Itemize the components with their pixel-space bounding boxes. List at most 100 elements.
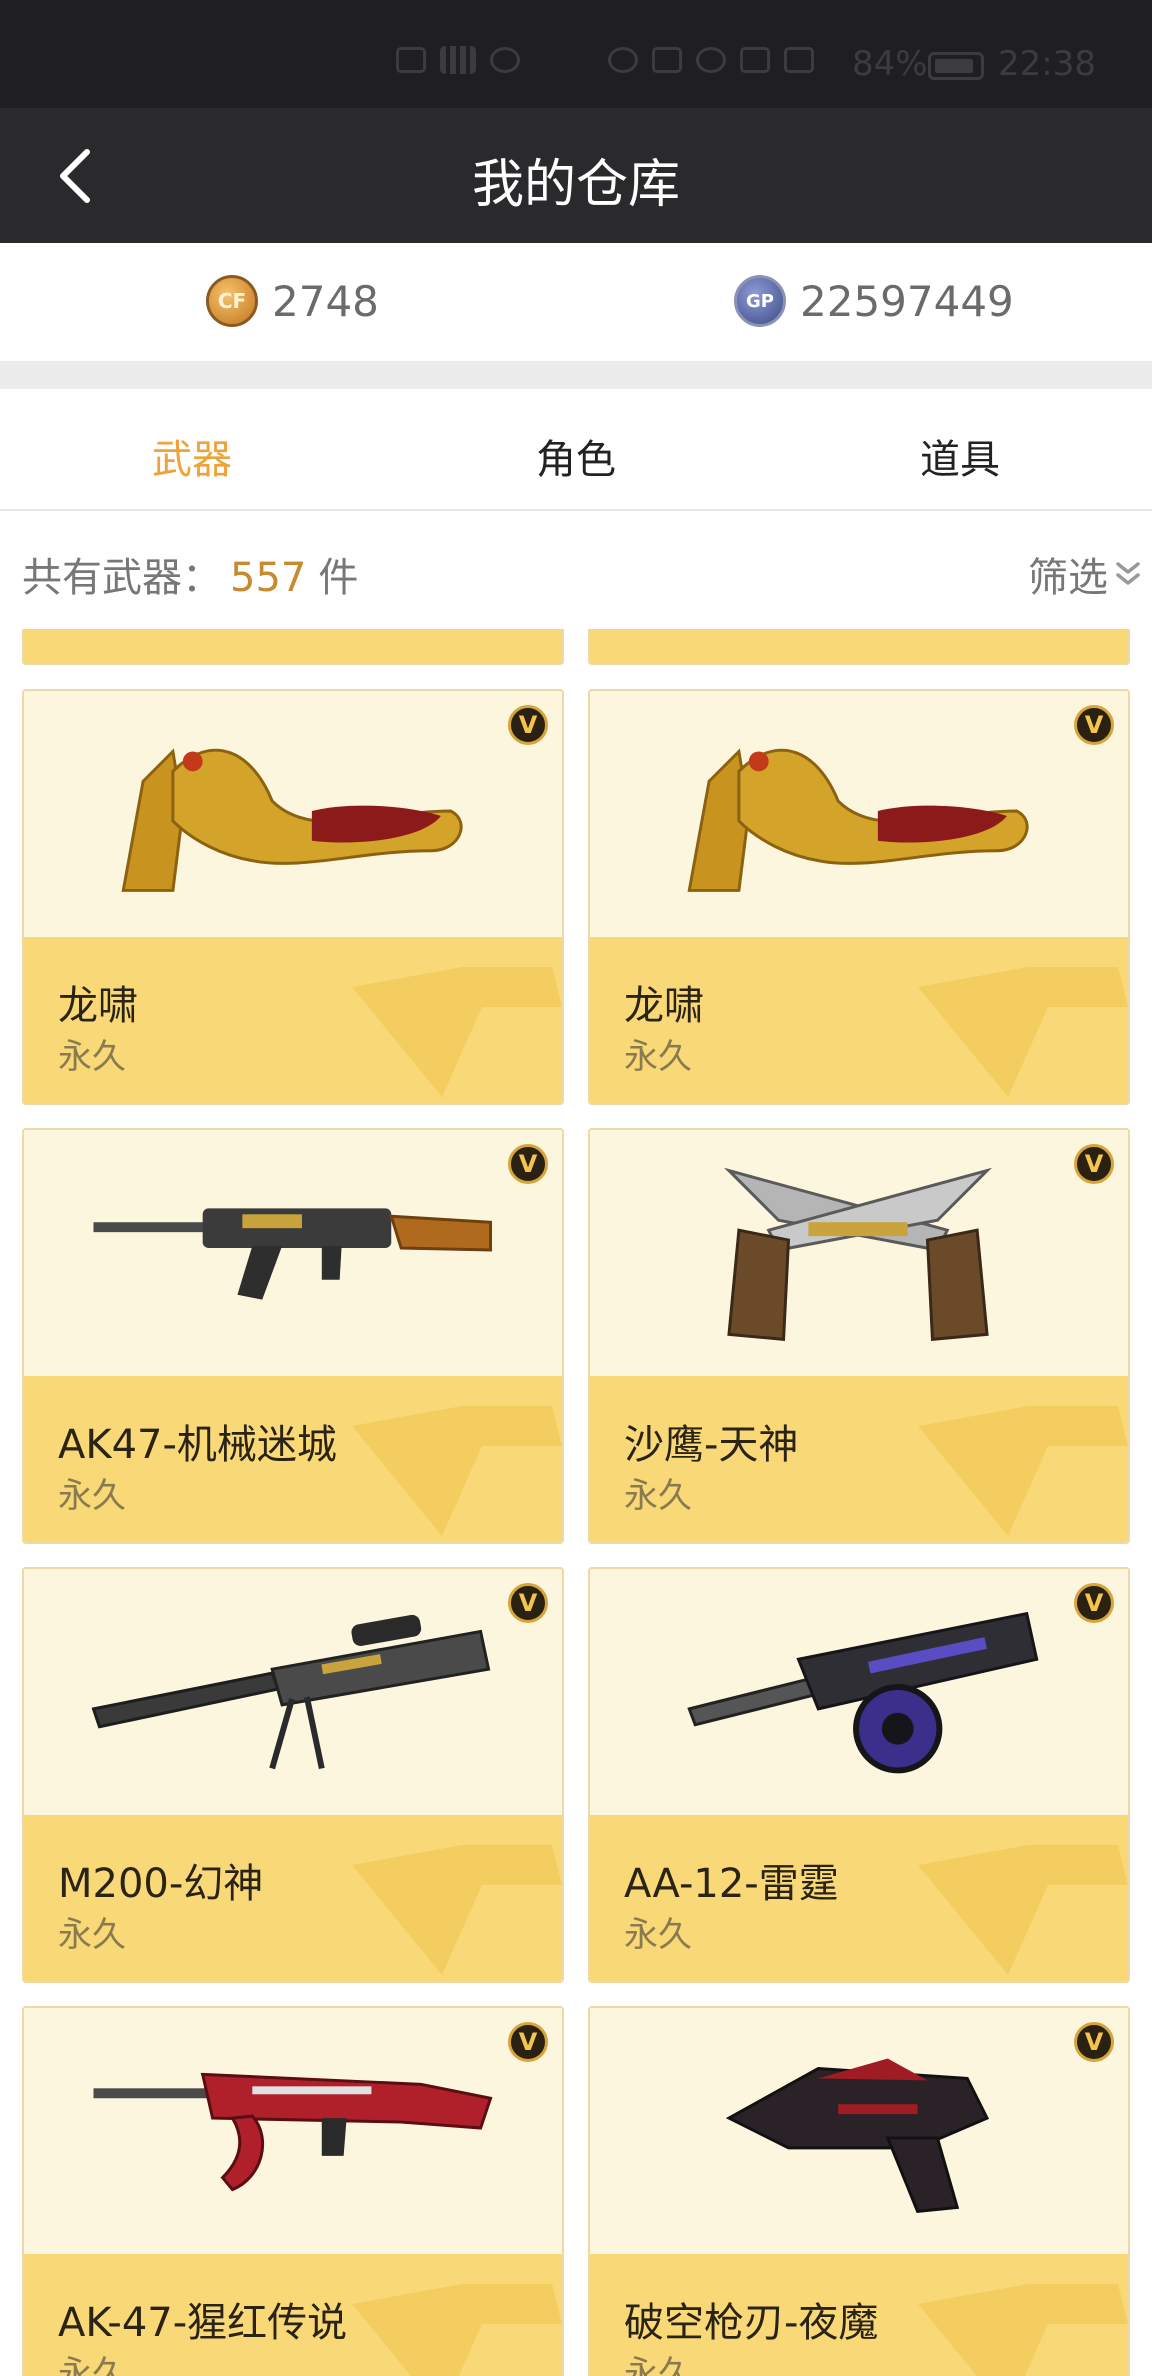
weapon-duration: 永久 — [624, 1037, 692, 1077]
nfc-icon — [652, 47, 682, 73]
vip-badge-icon: V — [508, 705, 548, 745]
category-tabs: 武器 角色 道具 — [0, 389, 1152, 511]
weapon-duration: 永久 — [58, 1476, 126, 1516]
weapon-name: 破空枪刃-夜魔 — [624, 2300, 879, 2346]
weapon-duration: 永久 — [624, 1476, 692, 1516]
sniper-rifle-icon — [91, 1614, 491, 1770]
section-divider — [0, 361, 1152, 389]
signal-icon — [440, 46, 476, 74]
weapon-card[interactable]: V AA-12-雷霆 永久 — [588, 1567, 1130, 1983]
golden-dragon-axe-icon — [121, 748, 463, 892]
gp-points: GP 22597449 — [734, 275, 1014, 327]
gp-coin-icon: GP — [734, 275, 786, 327]
cf-watermark-icon — [352, 967, 562, 1097]
weapon-image — [590, 1569, 1128, 1815]
weapon-grid: V 龙啸 永久 V 龙啸 永久 V AK47-机械迷城 永久 V 沙鹰-天神 永… — [0, 629, 1152, 2376]
card-partial[interactable] — [588, 629, 1130, 665]
cf-watermark-icon — [918, 1406, 1128, 1536]
assault-rifle-icon — [93, 1208, 493, 1300]
alarm-icon — [696, 47, 726, 73]
cf-watermark-icon — [352, 1845, 562, 1975]
status-icons — [396, 46, 814, 74]
weapon-info: AK47-机械迷城 永久 — [24, 1376, 562, 1542]
weapon-card[interactable]: V 龙啸 永久 — [22, 689, 564, 1105]
battery-icon — [928, 52, 984, 80]
weapon-image — [24, 2008, 562, 2254]
bluetooth-icon — [740, 47, 770, 73]
tab-characters[interactable]: 角色 — [384, 427, 768, 485]
cf-coin-icon: CF — [206, 275, 258, 327]
double-chevron-down-icon — [1116, 562, 1140, 585]
drum-shotgun-icon — [687, 1611, 1039, 1774]
cf-points-value: 2748 — [272, 276, 379, 326]
weapon-name: AA-12-雷霆 — [624, 1861, 839, 1907]
cf-points: CF 2748 — [206, 275, 379, 327]
blade-pistol-icon — [725, 2058, 990, 2213]
count-unit: 件 — [318, 555, 359, 601]
weapon-card[interactable]: V M200-幻神 永久 — [22, 1567, 564, 1983]
weapon-image — [24, 691, 562, 937]
count-row: 共有武器： 557 件 筛选 — [0, 511, 1152, 629]
weapon-name: AK47-机械迷城 — [58, 1422, 337, 1468]
weapon-duration: 永久 — [624, 2354, 692, 2376]
vip-badge-icon: V — [1074, 1144, 1114, 1184]
weapon-info: AA-12-雷霆 永久 — [590, 1815, 1128, 1981]
hd-icon — [396, 47, 426, 73]
weapon-name: 沙鹰-天神 — [624, 1422, 799, 1468]
weapon-image — [590, 1130, 1128, 1376]
tab-weapons[interactable]: 武器 — [0, 427, 384, 485]
weapon-image — [590, 691, 1128, 937]
weapon-image — [24, 1130, 562, 1376]
weapon-info: 沙鹰-天神 永久 — [590, 1376, 1128, 1542]
currency-bar: CF 2748 GP 22597449 — [0, 243, 1152, 361]
cf-watermark-icon — [918, 2284, 1128, 2376]
weapon-name: AK-47-猩红传说 — [58, 2300, 348, 2346]
eye-icon — [608, 47, 638, 73]
tab-items[interactable]: 道具 — [768, 427, 1152, 485]
wifi-icon — [490, 47, 520, 73]
weapon-name: 龙啸 — [624, 983, 704, 1029]
vip-badge-icon: V — [508, 2022, 548, 2062]
red-assault-rifle-icon — [93, 2072, 493, 2192]
weapon-card[interactable]: V AK-47-猩红传说 永久 — [22, 2006, 564, 2376]
golden-dragon-axe-icon — [687, 748, 1029, 892]
filter-label: 筛选 — [1028, 555, 1108, 601]
weapon-card[interactable]: V 破空枪刃-夜魔 永久 — [588, 2006, 1130, 2376]
weapon-info: 龙啸 永久 — [24, 937, 562, 1103]
weapon-name: M200-幻神 — [58, 1861, 264, 1907]
app-header: 我的仓库 — [0, 108, 1152, 243]
status-bar: 84% 22:38 — [0, 0, 1152, 108]
cf-watermark-icon — [352, 1406, 562, 1536]
battery-percent: 84% — [852, 44, 928, 84]
vip-badge-icon: V — [1074, 705, 1114, 745]
cf-watermark-icon — [918, 967, 1128, 1097]
count-label: 共有武器： — [22, 555, 222, 601]
clock: 22:38 — [998, 44, 1096, 84]
filter-button[interactable]: 筛选 — [1028, 545, 1142, 603]
weapon-card[interactable]: V AK47-机械迷城 永久 — [22, 1128, 564, 1544]
weapon-image — [590, 2008, 1128, 2254]
page-title: 我的仓库 — [471, 155, 680, 215]
cf-watermark-icon — [918, 1845, 1128, 1975]
weapon-info: 龙啸 永久 — [590, 937, 1128, 1103]
dual-pistols-icon — [723, 1167, 993, 1341]
vip-badge-icon: V — [508, 1583, 548, 1623]
weapon-info: 破空枪刃-夜魔 永久 — [590, 2254, 1128, 2376]
weapon-card[interactable]: V 龙啸 永久 — [588, 689, 1130, 1105]
card-partial[interactable] — [22, 629, 564, 665]
weapon-count: 共有武器： 557 件 — [22, 545, 358, 603]
vip-badge-icon: V — [508, 1144, 548, 1184]
weapon-info: M200-幻神 永久 — [24, 1815, 562, 1981]
cf-watermark-icon — [352, 2284, 562, 2376]
weapon-card[interactable]: V 沙鹰-天神 永久 — [588, 1128, 1130, 1544]
weapon-info: AK-47-猩红传说 永久 — [24, 2254, 562, 2376]
vibrate-icon — [784, 47, 814, 73]
weapon-duration: 永久 — [58, 2354, 126, 2376]
count-number: 557 — [230, 555, 307, 601]
weapon-duration: 永久 — [58, 1915, 126, 1955]
weapon-duration: 永久 — [58, 1037, 126, 1077]
weapon-duration: 永久 — [624, 1915, 692, 1955]
vip-badge-icon: V — [1074, 1583, 1114, 1623]
weapon-name: 龙啸 — [58, 983, 138, 1029]
weapon-image — [24, 1569, 562, 1815]
